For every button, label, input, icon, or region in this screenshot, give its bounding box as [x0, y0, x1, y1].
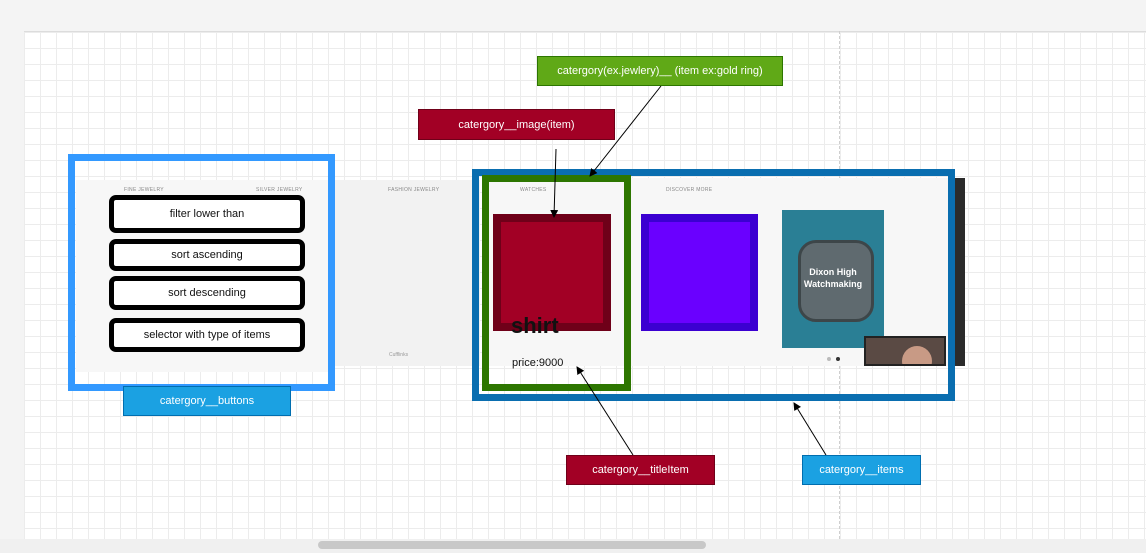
label-category-image[interactable]: catergory__image(item) [418, 109, 615, 140]
scrollbar-thumb[interactable] [318, 541, 706, 549]
arrow-title-item [576, 366, 634, 456]
arrow-category-image [550, 148, 559, 218]
label-category-items[interactable]: catergory__items [802, 455, 921, 485]
label-category-item[interactable]: catergory(ex.jewlery)__ (item ex:gold ri… [537, 56, 783, 86]
arrow-category-items [793, 402, 827, 456]
label-category-buttons[interactable]: catergory__buttons [123, 386, 291, 416]
label-category-title-item[interactable]: catergory__titleItem [566, 455, 715, 485]
